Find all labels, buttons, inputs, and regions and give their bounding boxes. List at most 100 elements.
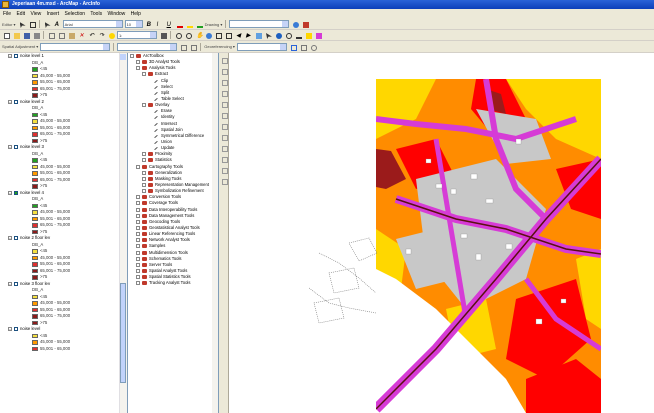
- legend-swatch[interactable]: [32, 132, 38, 137]
- layer-visibility-checkbox[interactable]: [14, 190, 18, 195]
- legend-swatch[interactable]: [32, 262, 38, 267]
- next-extent-icon[interactable]: [220, 133, 228, 141]
- delete-icon[interactable]: ✕: [77, 31, 85, 39]
- collapse-icon[interactable]: −: [8, 145, 12, 149]
- drawing-menu[interactable]: Drawing ▾: [205, 22, 223, 27]
- layout-zoom-out-icon[interactable]: [220, 67, 228, 75]
- tool-dropdown-icon[interactable]: [314, 31, 322, 39]
- expand-icon[interactable]: [136, 262, 140, 267]
- legend-swatch[interactable]: [32, 203, 38, 208]
- legend-swatch[interactable]: [32, 158, 38, 163]
- copy-icon[interactable]: [57, 31, 65, 39]
- italic-icon[interactable]: I: [155, 20, 163, 28]
- add-data-icon[interactable]: [107, 31, 115, 39]
- expand-icon[interactable]: [142, 182, 146, 187]
- legend-swatch[interactable]: [32, 223, 38, 228]
- expand-icon[interactable]: [136, 281, 140, 286]
- legend-swatch[interactable]: [32, 229, 38, 234]
- expand-icon[interactable]: [142, 176, 146, 181]
- collapse-icon[interactable]: [142, 103, 146, 108]
- measure-icon[interactable]: [294, 31, 302, 39]
- change-layout-icon[interactable]: [220, 177, 228, 185]
- layer-selector-dropdown[interactable]: [117, 42, 178, 51]
- open-folder-icon[interactable]: [12, 31, 20, 39]
- previous-extent-icon[interactable]: [220, 122, 228, 130]
- legend-swatch[interactable]: [32, 249, 38, 254]
- focus-frame-icon[interactable]: [220, 166, 228, 174]
- cut-icon[interactable]: [47, 31, 55, 39]
- text-icon[interactable]: A: [53, 20, 61, 28]
- legend-swatch[interactable]: [32, 314, 38, 319]
- zoom-control-icon[interactable]: [220, 144, 228, 152]
- legend-swatch[interactable]: [32, 80, 38, 85]
- expand-icon[interactable]: [136, 207, 140, 212]
- legend-swatch[interactable]: [32, 164, 38, 169]
- back-extent-icon[interactable]: ◀: [234, 31, 242, 39]
- legend-swatch[interactable]: [32, 275, 38, 280]
- add-control-points-icon[interactable]: [289, 43, 297, 51]
- line-color-icon[interactable]: [195, 20, 203, 28]
- collapse-icon[interactable]: [136, 66, 140, 71]
- select-elements-icon[interactable]: [264, 31, 272, 39]
- zoom-in-icon[interactable]: [174, 31, 182, 39]
- forward-extent-icon[interactable]: ▶: [244, 31, 252, 39]
- layout-pan-icon[interactable]: [220, 78, 228, 86]
- arctoolbox-icon[interactable]: [301, 20, 310, 28]
- collapse-icon[interactable]: −: [8, 190, 12, 195]
- fixed-zoom-out-icon[interactable]: [224, 31, 232, 39]
- collapse-icon[interactable]: −: [8, 327, 12, 331]
- underline-icon[interactable]: U: [165, 20, 173, 28]
- collapse-icon[interactable]: −: [8, 236, 12, 240]
- collapse-icon[interactable]: [136, 164, 140, 169]
- undo-icon[interactable]: ↶: [87, 31, 95, 39]
- sketch-tool-icon[interactable]: [28, 20, 36, 28]
- expand-icon[interactable]: [136, 195, 140, 200]
- toc-scroll-thumb[interactable]: [120, 283, 126, 383]
- redo-icon[interactable]: ↷: [97, 31, 105, 39]
- menu-help[interactable]: Help: [131, 11, 141, 17]
- zoom-whole-page-icon[interactable]: [220, 89, 228, 97]
- legend-swatch[interactable]: [32, 340, 38, 345]
- toc-scrollbar[interactable]: [119, 53, 127, 413]
- legend-swatch[interactable]: [32, 301, 38, 306]
- map-view[interactable]: [229, 53, 654, 413]
- legend-swatch[interactable]: [32, 307, 38, 312]
- menu-window[interactable]: Window: [107, 11, 125, 17]
- layer-visibility-checkbox[interactable]: [14, 54, 18, 58]
- fill-color-icon[interactable]: [185, 20, 193, 28]
- rotate-icon[interactable]: [309, 43, 317, 51]
- expand-icon[interactable]: [142, 170, 146, 175]
- collapse-icon[interactable]: −: [8, 99, 12, 104]
- layer-visibility-checkbox[interactable]: [14, 327, 18, 331]
- legend-swatch[interactable]: [32, 255, 38, 260]
- edit-tool-icon[interactable]: [18, 20, 26, 28]
- legend-swatch[interactable]: [32, 268, 38, 273]
- legend-swatch[interactable]: [32, 177, 38, 182]
- expand-icon[interactable]: [136, 244, 140, 249]
- expand-icon[interactable]: [136, 60, 140, 65]
- legend-swatch[interactable]: [32, 67, 38, 72]
- layer-visibility-checkbox[interactable]: [14, 236, 18, 240]
- menu-tools[interactable]: Tools: [90, 11, 102, 17]
- legend-swatch[interactable]: [32, 171, 38, 176]
- legend-swatch[interactable]: [32, 333, 38, 338]
- legend-swatch[interactable]: [32, 294, 38, 299]
- layout-view-icon[interactable]: [179, 43, 188, 51]
- view-link-table-icon[interactable]: [299, 43, 307, 51]
- expand-icon[interactable]: [136, 238, 140, 243]
- legend-swatch[interactable]: [32, 138, 38, 143]
- legend-swatch[interactable]: [32, 73, 38, 78]
- data-view-icon[interactable]: [189, 43, 198, 51]
- spatial-adjustment-menu[interactable]: Spatial Adjustment ▾: [2, 44, 38, 49]
- new-document-icon[interactable]: [2, 31, 10, 39]
- menu-file[interactable]: File: [3, 11, 11, 17]
- legend-swatch[interactable]: [32, 93, 38, 98]
- expand-icon[interactable]: [136, 225, 140, 230]
- layer-dropdown[interactable]: [229, 20, 290, 28]
- fixed-zoom-in-icon[interactable]: [214, 31, 222, 39]
- hyperlink-icon[interactable]: [304, 31, 312, 39]
- noise-map[interactable]: [376, 79, 601, 413]
- legend-swatch[interactable]: [32, 184, 38, 189]
- globe-icon[interactable]: [291, 20, 300, 28]
- legend-swatch[interactable]: [32, 320, 38, 325]
